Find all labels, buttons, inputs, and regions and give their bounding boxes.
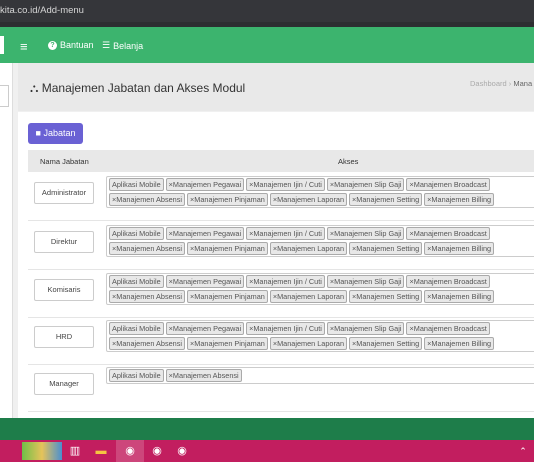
akses-tag[interactable]: ×Manajemen Pegawai [165,178,245,191]
akses-tag[interactable]: ×Manajemen Setting [349,193,423,206]
column-header-akses: Akses [338,157,359,166]
akses-tag[interactable]: ×Manajemen Broadcast [406,275,490,288]
url-text[interactable]: kita.co.id/Add-menu [0,5,84,16]
akses-tag[interactable]: ×Manajemen Broadcast [406,322,490,335]
file-explorer-icon[interactable]: ▬ [94,444,108,458]
help-icon: ? [48,40,57,50]
breadcrumb-current: Mana [513,79,533,88]
footer-bar [0,418,534,440]
akses-tag[interactable]: ×Manajemen Pegawai [165,275,245,288]
akses-tag[interactable]: Aplikasi Mobile [109,322,164,335]
cart-icon: ☰ [102,40,111,50]
logo-icon [0,36,4,54]
akses-tag[interactable]: ×Manajemen Setting [349,290,423,303]
akses-tag[interactable]: ×Manajemen Billing [424,337,495,350]
akses-tag[interactable]: ×Manajemen Setting [349,337,423,350]
table-row: Direktur Aplikasi Mobile ×Manajemen Pegawa… [28,221,534,270]
jabatan-name-field[interactable]: Komisaris [34,279,94,301]
akses-tag[interactable]: ×Manajemen Slip Gaji [326,275,405,288]
akses-tag[interactable]: ×Manajemen Billing [424,290,495,303]
table-row: Manager Aplikasi Mobile ×Manajemen Absensi [28,363,534,412]
akses-tag[interactable]: ×Manajemen Pinjaman [186,290,268,303]
help-link[interactable]: ? Bantuan [48,40,94,50]
column-header-name: Nama Jabatan [40,157,89,166]
akses-tag[interactable]: ×Manajemen Billing [424,242,495,255]
akses-tag[interactable]: ×Manajemen Slip Gaji [326,322,405,335]
tray-chevron-icon[interactable]: ⌃ [516,444,530,458]
akses-tag[interactable]: ×Manajemen Absensi [109,290,185,303]
plus-icon: ■ [35,128,41,138]
akses-tag[interactable]: ×Manajemen Laporan [269,290,348,303]
akses-tag[interactable]: ×Manajemen Absensi [109,193,185,206]
browser-address-bar[interactable]: kita.co.id/Add-menu [0,0,534,22]
akses-tag[interactable]: Aplikasi Mobile [109,227,164,240]
akses-tag[interactable]: ×Manajemen Broadcast [406,178,490,191]
akses-tag[interactable]: ×Manajemen Pinjaman [186,193,268,206]
akses-tag[interactable]: ×Manajemen Billing [424,193,495,206]
sitemap-icon: ⛬ [30,81,39,95]
jabatan-name-field[interactable]: Direktur [34,231,94,253]
akses-tag[interactable]: ×Manajemen Laporan [269,242,348,255]
akses-tag[interactable]: ×Manajemen Ijin / Cuti [246,322,325,335]
akses-tag[interactable]: ×Manajemen Ijin / Cuti [246,275,325,288]
table-row: HRD Aplikasi Mobile ×Manajemen Pegawai ×Man… [28,316,534,365]
menu-toggle-icon[interactable]: ≡ [20,39,28,54]
jabatan-name-field[interactable]: HRD [34,326,94,348]
akses-multiselect[interactable]: Aplikasi Mobile ×Manajemen Pegawai ×Manaje… [106,176,534,208]
help-label: Bantuan [60,40,94,50]
akses-tag[interactable]: ×Manajemen Pegawai [165,227,245,240]
page-title: ⛬ Manajemen Jabatan dan Akses Modul [30,81,246,95]
akses-tag[interactable]: Aplikasi Mobile [109,178,164,191]
akses-tag[interactable]: ×Manajemen Laporan [269,193,348,206]
chrome-profile-icon[interactable]: ◉ [150,444,164,458]
add-jabatan-button[interactable]: ■ Jabatan [28,123,83,144]
browser-app-icon[interactable]: ◉ [175,444,189,458]
akses-multiselect[interactable]: Aplikasi Mobile ×Manajemen Pegawai ×Manaje… [106,225,534,257]
akses-tag[interactable]: ×Manajemen Absensi [109,337,185,350]
table-row: Administrator Aplikasi Mobile ×Manajemen P… [28,172,534,221]
table-row: Komisaris Aplikasi Mobile ×Manajemen Pegaw… [28,269,534,318]
breadcrumb-separator: › [508,79,512,88]
akses-tag[interactable]: Aplikasi Mobile [109,369,164,382]
akses-tag[interactable]: ×Manajemen Laporan [269,337,348,350]
akses-tag[interactable]: ×Manajemen Ijin / Cuti [246,227,325,240]
akses-tag[interactable]: ×Manajemen Absensi [165,369,242,382]
akses-multiselect[interactable]: Aplikasi Mobile ×Manajemen Pegawai ×Manaje… [106,273,534,305]
chrome-icon[interactable]: ◉ [123,444,137,458]
akses-multiselect[interactable]: Aplikasi Mobile ×Manajemen Absensi [106,367,534,384]
task-view-icon[interactable]: ▥ [68,444,82,458]
os-taskbar: ▥ ▬ ◉ ◉ ◉ ⌃ [0,440,534,462]
akses-tag[interactable]: ×Manajemen Ijin / Cuti [246,178,325,191]
akses-tag[interactable]: ×Manajemen Pegawai [165,322,245,335]
table-header: Nama Jabatan Akses [28,150,534,172]
akses-tag[interactable]: ×Manajemen Pinjaman [186,337,268,350]
breadcrumb-home[interactable]: Dashboard [470,79,507,88]
shop-label: Belanja [113,40,144,51]
akses-tag[interactable]: Aplikasi Mobile [109,275,164,288]
jabatan-name-field[interactable]: Manager [34,373,94,395]
page-header: ⛬ Manajemen Jabatan dan Akses Modul Dash… [18,63,534,111]
akses-multiselect[interactable]: Aplikasi Mobile ×Manajemen Pegawai ×Manaje… [106,320,534,352]
start-thumbnail-icon[interactable] [22,442,62,460]
jabatan-name-field[interactable]: Administrator [34,182,94,204]
akses-tag[interactable]: ×Manajemen Pinjaman [186,242,268,255]
akses-tag[interactable]: ×Manajemen Setting [349,242,423,255]
akses-tag[interactable]: ×Manajemen Slip Gaji [326,227,405,240]
sidebar [0,63,13,418]
shop-link[interactable]: ☰ Belanja [102,40,143,51]
akses-tag[interactable]: ×Manajemen Slip Gaji [326,178,405,191]
breadcrumb: Dashboard › Mana [470,79,532,88]
sidebar-item[interactable] [0,85,9,107]
akses-tag[interactable]: ×Manajemen Absensi [109,242,185,255]
akses-tag[interactable]: ×Manajemen Broadcast [406,227,490,240]
content-card: ■ Jabatan Nama Jabatan Akses Administrat… [18,112,534,418]
top-navbar: ≡ ? Bantuan ☰ Belanja [0,27,534,63]
